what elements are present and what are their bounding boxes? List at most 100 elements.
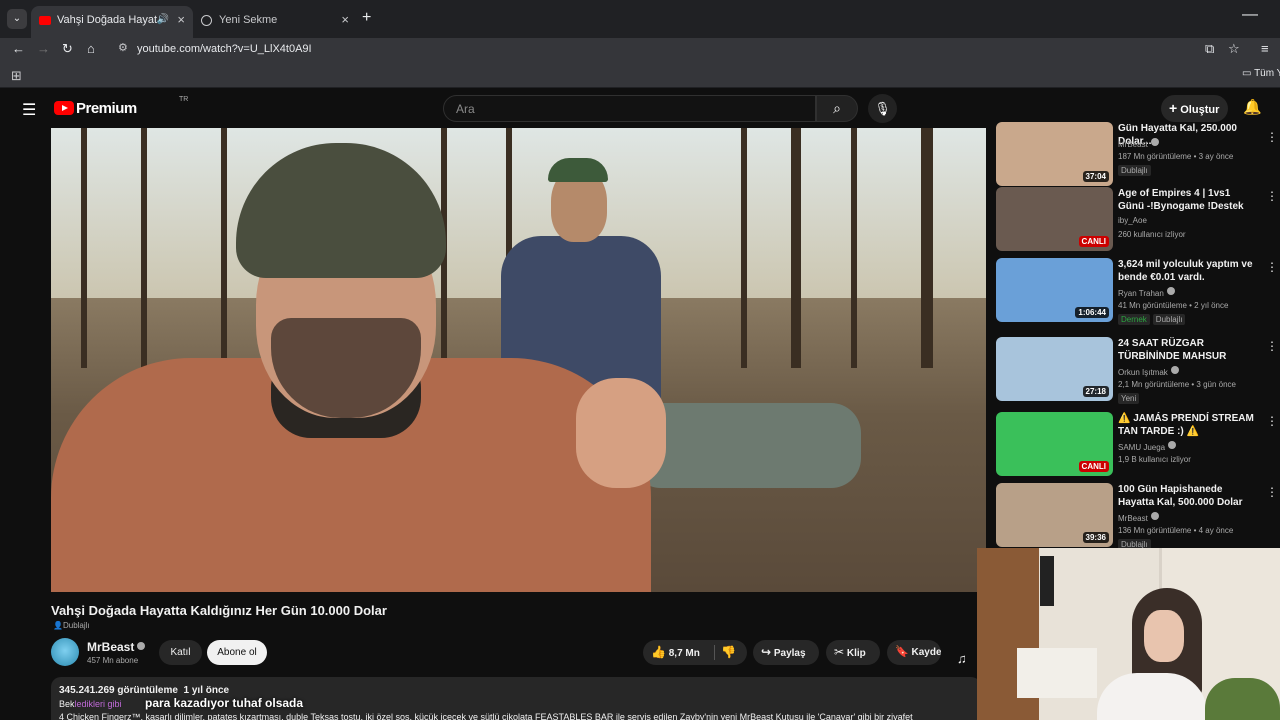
dislike-button[interactable]: 👎 [721, 640, 736, 665]
duration-badge: 27:18 [1082, 386, 1109, 397]
join-button[interactable]: Katıl [159, 640, 202, 665]
open-in-app-icon[interactable]: ⧉ [1205, 41, 1214, 57]
tab-new-tab[interactable]: Yeni Sekme × [193, 6, 357, 38]
recommendation-item[interactable]: CANLI ⚠️ JAMÁS PRENDÍ STREAM TAN TARDE :)… [996, 412, 1280, 482]
back-arrow-icon[interactable]: ← [12, 41, 25, 56]
reading-list-icon[interactable]: ≡ [1261, 41, 1269, 56]
recommendation-thumbnail[interactable]: 39:36 [996, 483, 1113, 547]
recommendation-thumbnail[interactable]: CANLI [996, 412, 1113, 476]
recommendation-title[interactable]: 3,624 mil yolculuk yaptım ve bende €0.01… [1118, 258, 1258, 284]
live-badge: CANLI [1078, 236, 1109, 247]
recommendation-channel-name[interactable]: MrBeast [1118, 514, 1148, 523]
browser-tab-bar: ⌄ Vahşi Doğada Hayatta Kaldı 🔊 × Yeni Se… [0, 0, 1280, 38]
recommendation-thumbnail[interactable]: 1:06:44 [996, 258, 1113, 322]
recommendation-title[interactable]: 24 SAAT RÜZGAR TÜRBİNİNDE MAHSUR KALMAK! [1118, 337, 1258, 363]
like-button[interactable]: 👍 8,7 Mn [651, 640, 700, 665]
recommendation-channel[interactable]: MrBeast [1118, 138, 1159, 149]
share-button[interactable]: ↪ Paylaş [753, 640, 819, 665]
audio-playing-icon[interactable]: 🔊 [157, 14, 169, 25]
dubbed-text: Dublajlı [62, 621, 90, 630]
recommendation-channel-name[interactable]: iby_Aoe [1118, 216, 1147, 225]
video-tree [141, 128, 147, 368]
recommendation-channel-name[interactable]: SAMU Juega [1118, 443, 1165, 452]
clip-button[interactable]: ✂ Klip [826, 640, 880, 665]
recommendation-title[interactable]: ⚠️ JAMÁS PRENDÍ STREAM TAN TARDE :) ⚠️ T… [1118, 412, 1258, 438]
more-options-icon[interactable]: ⋮ [1266, 414, 1278, 428]
dubbed-icon: 👤 [53, 621, 63, 630]
save-button[interactable]: 🔖 Kaydet [887, 640, 941, 665]
duration-badge: 1:06:44 [1075, 307, 1109, 318]
recommendation-thumbnail[interactable]: 27:18 [996, 337, 1113, 401]
search-input[interactable] [456, 101, 796, 117]
recommendation-thumbnail[interactable]: CANLI [996, 187, 1113, 251]
recommendation-title[interactable]: 100 Gün Hapishanede Hayatta Kal, 500.000… [1118, 483, 1258, 509]
more-options-icon[interactable]: ⋮ [1266, 339, 1278, 353]
description-text: 4 Chicken Fingerz™, kaşarlı dilimler, pa… [59, 712, 913, 720]
notifications-bell-icon[interactable]: 🔔 [1243, 98, 1262, 116]
voice-search-button[interactable]: 🎙 [868, 94, 897, 123]
forward-arrow-icon[interactable]: → [37, 41, 50, 56]
recommendation-stats: 2,1 Mn görüntüleme • 3 gün önce [1118, 380, 1236, 389]
recommendation-channel[interactable]: MrBeast [1118, 512, 1159, 523]
site-info-icon[interactable]: ⚙ [118, 41, 128, 54]
bookmark-icon: 🔖 [895, 646, 909, 658]
webcam-person-shirt [1097, 673, 1207, 720]
subscribe-button[interactable]: Abone ol [207, 640, 267, 665]
bookmark-star-icon[interactable]: ☆ [1228, 41, 1240, 57]
menu-icon[interactable]: ☰ [22, 100, 36, 120]
home-icon[interactable]: ⌂ [87, 41, 95, 56]
duration-badge: 39:36 [1082, 532, 1109, 543]
verified-icon [1150, 138, 1159, 146]
new-tab-button[interactable]: + [362, 9, 371, 27]
recommendation-item[interactable]: 1:06:44 3,624 mil yolculuk yaptım ve bend… [996, 258, 1280, 328]
channel-name-link[interactable]: MrBeast [87, 640, 146, 654]
address-bar[interactable]: ⚙ youtube.com/watch?v=U_LlX4t0A9I ⧉ ☆ [108, 38, 1252, 62]
recommendation-stats: 187 Mn görüntüleme • 3 ay önce [1118, 152, 1234, 161]
recommendation-item[interactable]: 27:18 24 SAAT RÜZGAR TÜRBİNİNDE MAHSUR KA… [996, 337, 1280, 407]
recommendation-stats: 1,9 B kullanıcı izliyor [1118, 455, 1191, 464]
video-player[interactable] [51, 128, 986, 592]
logo-text: Premium [76, 100, 137, 117]
youtube-play-logo-icon [54, 101, 74, 115]
music-note-icon[interactable]: ♫ [957, 651, 967, 666]
recommendation-title[interactable]: Age of Empires 4 | 1vs1 Günü -!Bynogame … [1118, 187, 1258, 213]
address-url[interactable]: youtube.com/watch?v=U_LlX4t0A9I [137, 43, 312, 55]
tab-youtube[interactable]: Vahşi Doğada Hayatta Kaldı 🔊 × [31, 6, 193, 38]
stream-caption-overlay: para kazadıyor tuhaf olsada [145, 696, 304, 710]
channel-name[interactable]: MrBeast [87, 640, 134, 654]
microphone-icon: 🎙 [874, 101, 891, 116]
tab-search-button[interactable]: ⌄ [7, 9, 27, 29]
recommendation-channel[interactable]: iby_Aoe [1118, 216, 1147, 225]
recommendation-channel[interactable]: Ryan Trahan [1118, 287, 1175, 298]
apps-grid-icon[interactable]: ⊞ [11, 68, 22, 84]
more-options-icon[interactable]: ⋮ [1266, 130, 1278, 144]
search-box [443, 95, 816, 122]
channel-avatar[interactable] [51, 638, 79, 666]
recommendation-channel-name[interactable]: Orkun Işıtmak [1118, 368, 1168, 377]
save-label: Kaydet [911, 647, 941, 658]
search-button[interactable]: ⌕ [816, 95, 858, 122]
recommendation-badge: Dublajlı [1152, 314, 1186, 325]
all-bookmarks-folder[interactable]: ▭ Tüm Y [1242, 68, 1280, 79]
recommendation-item[interactable]: 39:36 100 Gün Hapishanede Hayatta Kal, 50… [996, 483, 1280, 553]
close-tab-icon[interactable]: × [177, 12, 185, 27]
close-tab-icon[interactable]: × [341, 12, 349, 27]
recommendation-badges: Dublajlı [1118, 165, 1154, 176]
recommendation-channel-name[interactable]: MrBeast [1118, 140, 1148, 149]
upload-age: 1 yıl önce [183, 685, 230, 696]
more-options-icon[interactable]: ⋮ [1266, 485, 1278, 499]
thumbs-down-icon: 👎 [721, 645, 736, 659]
minimize-window-button[interactable]: — [1242, 6, 1258, 24]
create-button[interactable]: + Oluştur [1161, 95, 1228, 122]
recommendation-channel[interactable]: Orkun Işıtmak [1118, 366, 1179, 377]
verified-icon [1166, 287, 1175, 295]
subscriber-count: 457 Mn abone [87, 656, 139, 665]
recommendation-channel[interactable]: SAMU Juega [1118, 441, 1177, 452]
recommendation-item[interactable]: CANLI Age of Empires 4 | 1vs1 Günü -!Byno… [996, 187, 1280, 257]
recommendation-thumbnail[interactable]: 37:04 [996, 122, 1113, 186]
more-options-icon[interactable]: ⋮ [1266, 189, 1278, 203]
reload-icon[interactable]: ↻ [62, 41, 73, 57]
webcam-shelf [1017, 648, 1097, 698]
more-options-icon[interactable]: ⋮ [1266, 260, 1278, 274]
recommendation-channel-name[interactable]: Ryan Trahan [1118, 289, 1164, 298]
